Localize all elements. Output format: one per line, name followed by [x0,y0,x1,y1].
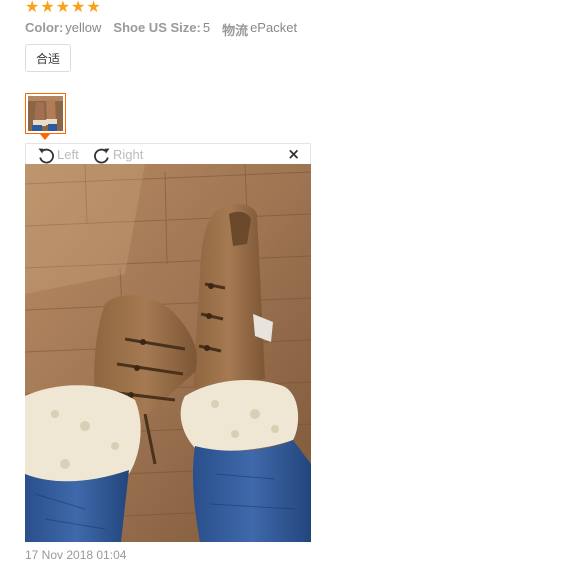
rotate-right-button[interactable]: Right [92,144,143,165]
star-icon: ★ [25,0,40,16]
order-attributes: Color: yellow Shoe US Size: 5 物流 ePacket [25,20,309,39]
close-icon[interactable]: × [287,145,300,163]
rating-stars: ★ ★ ★ ★ ★ [25,0,101,16]
thumbnail-image [28,96,63,131]
size-value: 5 [202,20,211,35]
fit-tag-button[interactable]: 合适 [25,44,71,72]
color-value: yellow [65,20,102,35]
star-icon: ★ [40,0,55,16]
shipping-value: ePacket [250,20,298,35]
rotate-left-icon [38,148,54,163]
rotate-right-icon [94,148,110,163]
review-date: 17 Nov 2018 01:04 [25,548,127,562]
thumbnail-pointer [40,134,50,140]
shipping-label: 物流 [222,23,249,38]
review-photo-thumbnail[interactable] [25,93,66,134]
image-viewer-toolbar: Left Right × [25,143,311,164]
rotate-right-label: Right [113,147,144,162]
star-icon: ★ [55,0,71,16]
star-icon: ★ [86,0,101,16]
size-label: Shoe US Size: [113,20,201,35]
review-photo-large [25,164,311,542]
star-icon: ★ [71,0,86,16]
rotate-left-button[interactable]: Left [36,144,79,165]
rotate-left-label: Left [57,147,79,162]
color-label: Color: [25,20,64,35]
